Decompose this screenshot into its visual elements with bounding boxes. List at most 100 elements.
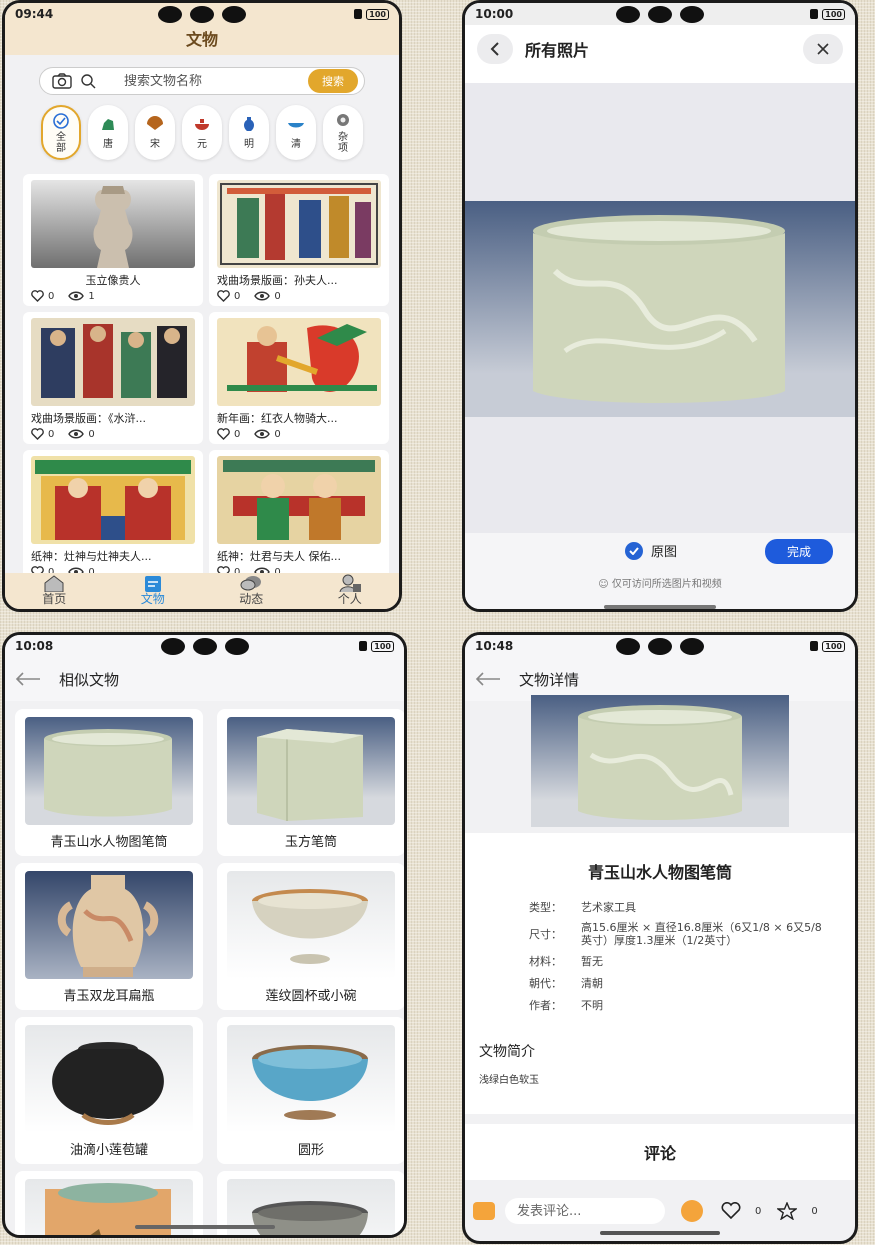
favorite-button[interactable]: 0 xyxy=(777,1202,818,1220)
view-count: 0 xyxy=(68,428,95,440)
artifact-title: 新年画：红衣人物骑大... xyxy=(217,412,338,425)
image-icon[interactable] xyxy=(473,1202,495,1220)
tab-profile[interactable]: 个人 xyxy=(338,574,362,607)
like-button[interactable]: 0 xyxy=(721,1202,761,1220)
artifact-name: 青玉山水人物图笔筒 xyxy=(587,863,732,882)
heart-icon xyxy=(217,290,230,302)
status-bar: 10:48 100 xyxy=(465,635,855,657)
search-button[interactable]: 搜索 xyxy=(308,69,358,93)
category-all[interactable]: 全部 xyxy=(41,105,81,160)
permission-note: ☺ 仅可访问所选图片和视频 xyxy=(598,579,722,590)
artifact-image xyxy=(227,1025,395,1133)
prop-value: 清朝 xyxy=(581,977,603,990)
battery-indicator: 100 xyxy=(810,640,845,652)
send-icon[interactable] xyxy=(681,1200,703,1222)
phone-similar-artifacts: 10:08 100 相似文物 青玉山水人物图笔筒 玉方笔筒 青玉双龙耳扁瓶 莲纹… xyxy=(2,632,407,1238)
original-toggle[interactable]: 原图 xyxy=(625,541,677,560)
artifact-title: 纸神：灶君与夫人 保佑... xyxy=(217,550,341,563)
bottom-tab-bar: 首页 文物 动态 个人 xyxy=(5,573,399,609)
category-qing[interactable]: 清 xyxy=(276,105,316,160)
heart-icon xyxy=(217,428,230,440)
back-arrow-icon[interactable] xyxy=(475,672,501,686)
status-time: 09:44 xyxy=(15,7,54,21)
chevron-left-icon xyxy=(490,42,499,56)
comment-input[interactable] xyxy=(505,1198,665,1224)
close-button[interactable] xyxy=(803,34,843,64)
view-count: 0 xyxy=(254,290,281,302)
artifact-title: 玉方笔筒 xyxy=(284,835,337,850)
artifact-card[interactable]: 油滴小莲苞罐 xyxy=(15,1017,203,1164)
tab-artifacts[interactable]: 文物 xyxy=(141,574,165,607)
artifact-title: 纸神：灶神与灶神夫人... xyxy=(31,550,152,563)
artifact-card[interactable]: 纸神：灶神与灶神夫人... 0 0 xyxy=(23,450,203,582)
artifact-card[interactable]: 青玉山水人物图笔筒 xyxy=(15,709,203,856)
artifact-card[interactable]: 戏曲场景版画：孙夫人... 0 0 xyxy=(209,174,389,306)
artifact-image xyxy=(25,717,193,825)
artifact-image xyxy=(217,180,381,268)
like-count[interactable]: 0 xyxy=(31,428,54,440)
done-button[interactable]: 完成 xyxy=(764,539,833,564)
category-misc[interactable]: 杂项 xyxy=(323,105,363,160)
artifact-card[interactable]: 莲纹圆杯或小碗 xyxy=(217,863,404,1010)
artifact-card[interactable]: 青玉双龙耳扁瓶 xyxy=(15,863,203,1010)
home-indicator xyxy=(604,605,716,609)
prop-value: 高15.6厘米 × 直径16.8厘米（6又1/8 × 6又5/8英寸）厚度1.3… xyxy=(581,921,822,947)
status-bar: 10:00 100 xyxy=(465,3,855,25)
search-bar[interactable]: 搜索 xyxy=(39,67,365,95)
artifact-hero-image xyxy=(531,695,789,827)
camera-cutout xyxy=(616,638,704,655)
artifact-card[interactable]: 玉立像贵人 0 1 xyxy=(23,174,203,306)
category-ming[interactable]: 明 xyxy=(229,105,269,160)
status-bar: 10:08 100 xyxy=(5,635,404,657)
prop-value: 不明 xyxy=(581,999,603,1012)
category-yuan[interactable]: 元 xyxy=(182,105,222,160)
star-icon xyxy=(777,1202,798,1220)
artifact-card[interactable]: 新年画：红衣人物骑大... 0 0 xyxy=(209,312,389,444)
tab-feed[interactable]: 动态 xyxy=(239,574,263,607)
status-time: 10:00 xyxy=(475,7,514,21)
dish-icon xyxy=(288,123,304,128)
heart-icon xyxy=(721,1202,741,1220)
category-song[interactable]: 宋 xyxy=(135,105,175,160)
artifact-title: 圆形 xyxy=(297,1143,324,1158)
eye-icon xyxy=(254,429,271,439)
phone-artifact-detail: 10:48 100 文物详情 青玉山水人物图笔筒 类型： 艺术家工具 尺寸： 高15… xyxy=(462,632,858,1244)
tab-home[interactable]: 首页 xyxy=(42,574,66,607)
check-icon xyxy=(625,541,643,560)
artifact-card[interactable]: 戏曲场景版画：《水浒... 0 0 xyxy=(23,312,203,444)
status-time: 10:08 xyxy=(15,639,54,653)
horse-icon xyxy=(102,119,114,130)
nav-bar: 相似文物 xyxy=(5,657,404,701)
like-count[interactable]: 0 xyxy=(217,290,240,302)
artifact-card[interactable]: 玉方笔筒 xyxy=(217,709,404,856)
artifact-title: 油滴小莲苞罐 xyxy=(69,1143,148,1158)
prop-label: 尺寸： xyxy=(529,928,562,941)
artifact-grid: 玉立像贵人 0 1 戏曲场景版画：孙夫人... 0 0 戏曲场景版画：《水浒..… xyxy=(5,160,399,582)
artifact-info: 青玉山水人物图笔筒 类型： 艺术家工具 尺寸： 高15.6厘米 × 直径16.8厘米… xyxy=(465,833,855,1114)
intro-heading: 文物简介 xyxy=(479,1044,535,1060)
search-input[interactable] xyxy=(104,73,300,89)
eye-icon xyxy=(68,429,85,439)
artifact-title: 青玉双龙耳扁瓶 xyxy=(63,989,155,1004)
artifact-card[interactable]: 纸神：灶君与夫人 保佑... 0 0 xyxy=(209,450,389,582)
home-indicator xyxy=(134,1225,275,1229)
battery-indicator: 100 xyxy=(359,640,394,652)
like-count[interactable]: 0 xyxy=(217,428,240,440)
artifact-card[interactable]: 圆形 xyxy=(217,1017,404,1164)
camera-cutout xyxy=(616,6,704,23)
status-bar: 09:44 100 xyxy=(5,3,399,25)
back-arrow-icon[interactable] xyxy=(15,672,41,686)
artifact-image xyxy=(217,456,381,544)
back-button[interactable] xyxy=(477,34,513,64)
artifact-image xyxy=(25,1179,193,1235)
prop-value: 艺术家工具 xyxy=(581,901,636,914)
misc-icon xyxy=(337,113,349,126)
camera-cutout xyxy=(158,6,246,23)
artifact-image xyxy=(31,180,195,268)
artifact-title: 戏曲场景版画：孙夫人... xyxy=(217,274,338,287)
prop-label: 朝代： xyxy=(529,977,562,990)
category-tang[interactable]: 唐 xyxy=(88,105,128,160)
camera-icon[interactable] xyxy=(52,73,72,89)
jade-brush-pot-image xyxy=(533,215,785,403)
like-count[interactable]: 0 xyxy=(31,290,54,302)
